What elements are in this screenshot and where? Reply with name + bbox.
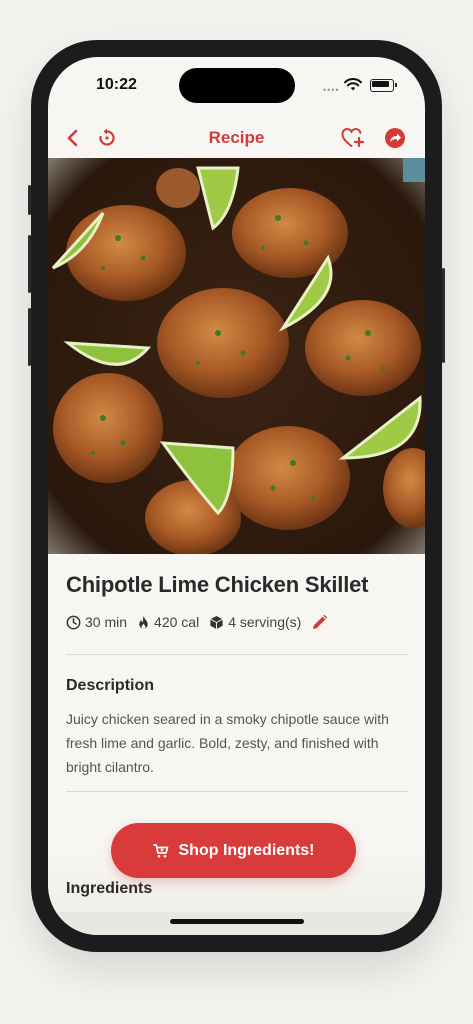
battery-icon: [370, 79, 394, 92]
status-time: 10:22: [96, 76, 137, 93]
shop-ingredients-button[interactable]: Shop Ingredients!: [111, 823, 356, 878]
cart-icon: [152, 843, 168, 858]
heart-plus-icon: [341, 127, 365, 148]
recipe-hero-image: [48, 158, 425, 554]
clock-icon: [66, 615, 81, 629]
description-heading: Description: [66, 677, 155, 694]
recipe-details: Chipotle Lime Chicken Skillet 30 min 420…: [66, 554, 408, 792]
divider: [66, 791, 408, 792]
dynamic-island: [179, 68, 295, 103]
time-value: 30 min: [85, 614, 128, 630]
battery-tip: [395, 83, 397, 87]
recipe-title: Chipotle Lime Chicken Skillet: [66, 572, 369, 597]
nav-bar: Recipe: [48, 119, 425, 157]
mute-switch: [28, 185, 31, 215]
favorite-button[interactable]: [340, 125, 366, 151]
calorie-info: 420 cal: [137, 614, 199, 630]
ingredients-heading: Ingredients: [66, 880, 153, 897]
volume-up-button: [28, 235, 31, 293]
flame-icon: [139, 615, 148, 629]
recipe-meta: 30 min 420 cal 4 serving(s): [66, 612, 408, 632]
screen: 10:22 •••• Recipe Chipotle Lime Chicken …: [48, 57, 425, 935]
home-indicator[interactable]: [170, 919, 304, 924]
description-text: Juicy chicken seared in a smoky chipotle…: [66, 711, 389, 775]
chicken-skillet-illustration: [48, 158, 425, 554]
wifi-icon: [344, 78, 362, 91]
servings-value: 4 serving(s): [228, 614, 302, 630]
share-icon: [385, 128, 405, 148]
volume-down-button: [28, 308, 31, 366]
status-bar: 10:22 ••••: [48, 57, 425, 109]
divider: [66, 654, 408, 655]
shop-button-label: Shop Ingredients!: [178, 841, 315, 859]
phone-frame: 10:22 •••• Recipe Chipotle Lime Chicken …: [28, 40, 445, 952]
signal-icon: ••••: [323, 85, 340, 95]
calorie-value: 420 cal: [154, 614, 200, 630]
edit-servings-button[interactable]: [311, 614, 332, 631]
page-title: Recipe: [208, 128, 265, 147]
time-info: 30 min: [66, 614, 127, 630]
share-button[interactable]: [382, 125, 408, 151]
box-icon: [210, 615, 224, 629]
power-button: [442, 268, 445, 363]
servings-info: 4 serving(s): [209, 614, 301, 630]
pencil-icon: [313, 614, 328, 629]
